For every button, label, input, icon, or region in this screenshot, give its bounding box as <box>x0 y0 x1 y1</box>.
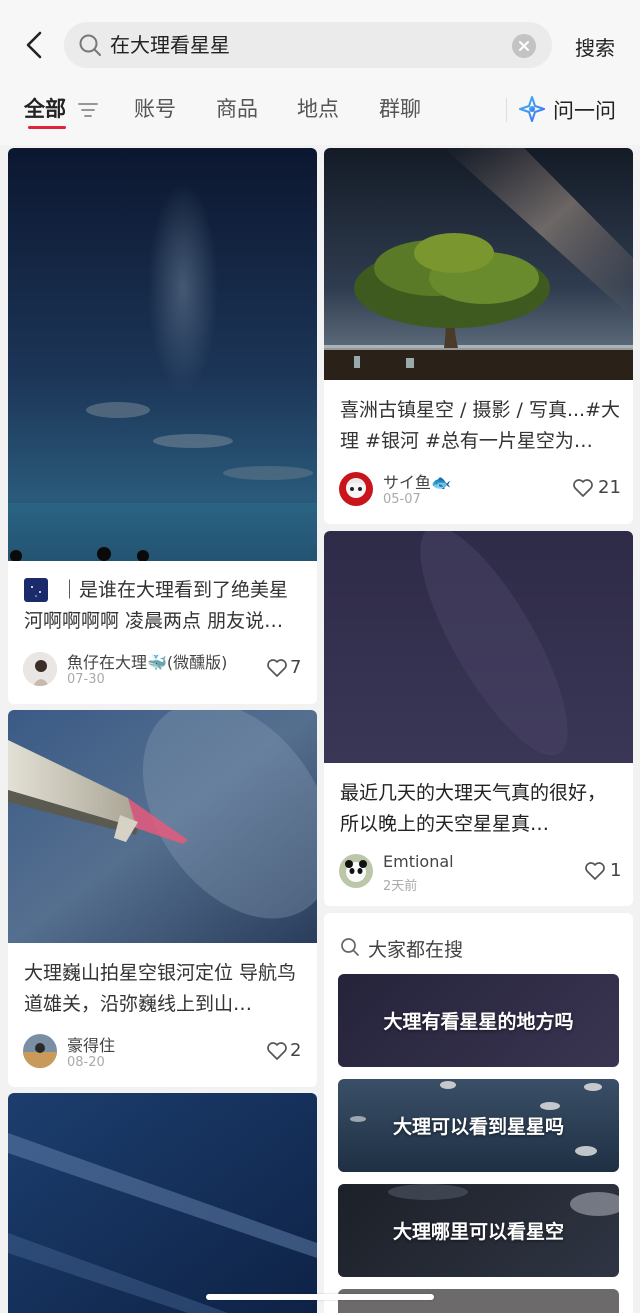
note-card[interactable]: 喜洲古镇星空 / 摄影 / 写真...#大理 #银河 #总有一片星空为… サイ鱼… <box>324 148 633 524</box>
clear-search-button[interactable] <box>512 34 536 58</box>
note-image <box>8 710 317 943</box>
tab-divider <box>506 98 507 122</box>
search-button[interactable]: 搜索 <box>575 32 615 61</box>
trending-item[interactable] <box>338 1289 619 1313</box>
note-image <box>324 531 633 763</box>
note-title: 喜洲古镇星空 / 摄影 / 写真...#大理 #银河 #总有一片星空为… <box>340 399 621 452</box>
author-name[interactable]: サイ鱼🐟 <box>383 469 451 493</box>
heart-icon[interactable] <box>266 658 288 678</box>
note-image <box>8 148 317 561</box>
heart-icon[interactable] <box>266 1041 288 1061</box>
note-card[interactable]: 最近几天的大理天气真的很好，所以晚上的天空星星真… Emtional 2天前 1 <box>324 531 633 906</box>
heart-icon[interactable] <box>584 861 606 881</box>
like-count: 2 <box>290 1040 302 1061</box>
trending-item-label: 大理哪里可以看星空 <box>392 1221 564 1243</box>
like-count: 21 <box>598 477 621 498</box>
avatar[interactable] <box>339 854 373 888</box>
note-date: 05-07 <box>383 492 421 507</box>
avatar-image <box>339 472 373 506</box>
search-input[interactable] <box>110 22 490 68</box>
back-arrow-icon[interactable] <box>18 28 52 62</box>
note-card[interactable]: 大理巍山拍星空银河定位 导航鸟道雄关，沿弥巍线上到山… 豪得住 08-20 2 <box>8 710 317 1087</box>
avatar[interactable] <box>339 472 373 506</box>
note-date: 07-30 <box>67 672 105 687</box>
trending-item-label: 大理可以看到星星吗 <box>392 1116 564 1138</box>
search-icon <box>79 34 101 56</box>
trending-item[interactable]: 大理哪里可以看星空 <box>338 1184 619 1277</box>
tab-active-indicator <box>28 126 66 129</box>
search-icon <box>341 938 359 956</box>
filter-icon[interactable] <box>78 101 98 119</box>
note-card[interactable]: ｜是谁在大理看到了绝美星河啊啊啊啊 凌晨两点 朋友说… 魚仔在大理🐳(微醺版) … <box>8 148 317 704</box>
avatar-image <box>23 652 57 686</box>
trending-item[interactable]: 大理有看星星的地方吗 <box>338 974 619 1067</box>
tab-all[interactable]: 全部 <box>24 92 66 126</box>
tab-group-chats[interactable]: 群聊 <box>379 92 421 126</box>
author-name[interactable]: 魚仔在大理🐳(微醺版) <box>67 649 227 673</box>
like-count: 7 <box>290 657 302 678</box>
author-name[interactable]: 豪得住 <box>67 1032 115 1056</box>
like-count: 1 <box>610 860 622 881</box>
avatar-image <box>339 854 373 888</box>
note-image <box>8 1093 317 1313</box>
trending-header: 大家都在搜 <box>368 939 464 961</box>
note-title: ｜是谁在大理看到了绝美星河啊啊啊啊 凌晨两点 朋友说… <box>24 579 289 632</box>
tab-places[interactable]: 地点 <box>297 92 339 126</box>
avatar[interactable] <box>23 1034 57 1068</box>
trending-item[interactable]: 大理可以看到星星吗 <box>338 1079 619 1172</box>
tab-accounts[interactable]: 账号 <box>134 92 176 126</box>
search-box[interactable] <box>64 22 552 68</box>
note-image <box>324 148 633 380</box>
note-title: 大理巍山拍星空银河定位 导航鸟道雄关，沿弥巍线上到山… <box>24 962 297 1015</box>
sparkle-icon[interactable] <box>519 96 545 122</box>
trending-searches-panel: 大家都在搜 大理有看星星的地方吗 大理可以看到星星吗 大理哪里可以看星空 <box>324 913 633 1313</box>
avatar-image <box>23 1034 57 1068</box>
trending-item-label: 大理有看星星的地方吗 <box>383 1011 574 1033</box>
heart-icon[interactable] <box>572 478 594 498</box>
close-icon <box>519 41 529 51</box>
note-card[interactable] <box>8 1093 317 1313</box>
ask-button[interactable]: 问一问 <box>553 95 616 125</box>
note-title: 最近几天的大理天气真的很好，所以晚上的天空星星真… <box>340 782 607 835</box>
tab-products[interactable]: 商品 <box>216 92 258 126</box>
note-date: 2天前 <box>383 879 418 894</box>
note-date: 08-20 <box>67 1055 105 1070</box>
home-indicator <box>206 1294 434 1300</box>
avatar[interactable] <box>23 652 57 686</box>
author-name[interactable]: Emtional <box>383 852 454 871</box>
